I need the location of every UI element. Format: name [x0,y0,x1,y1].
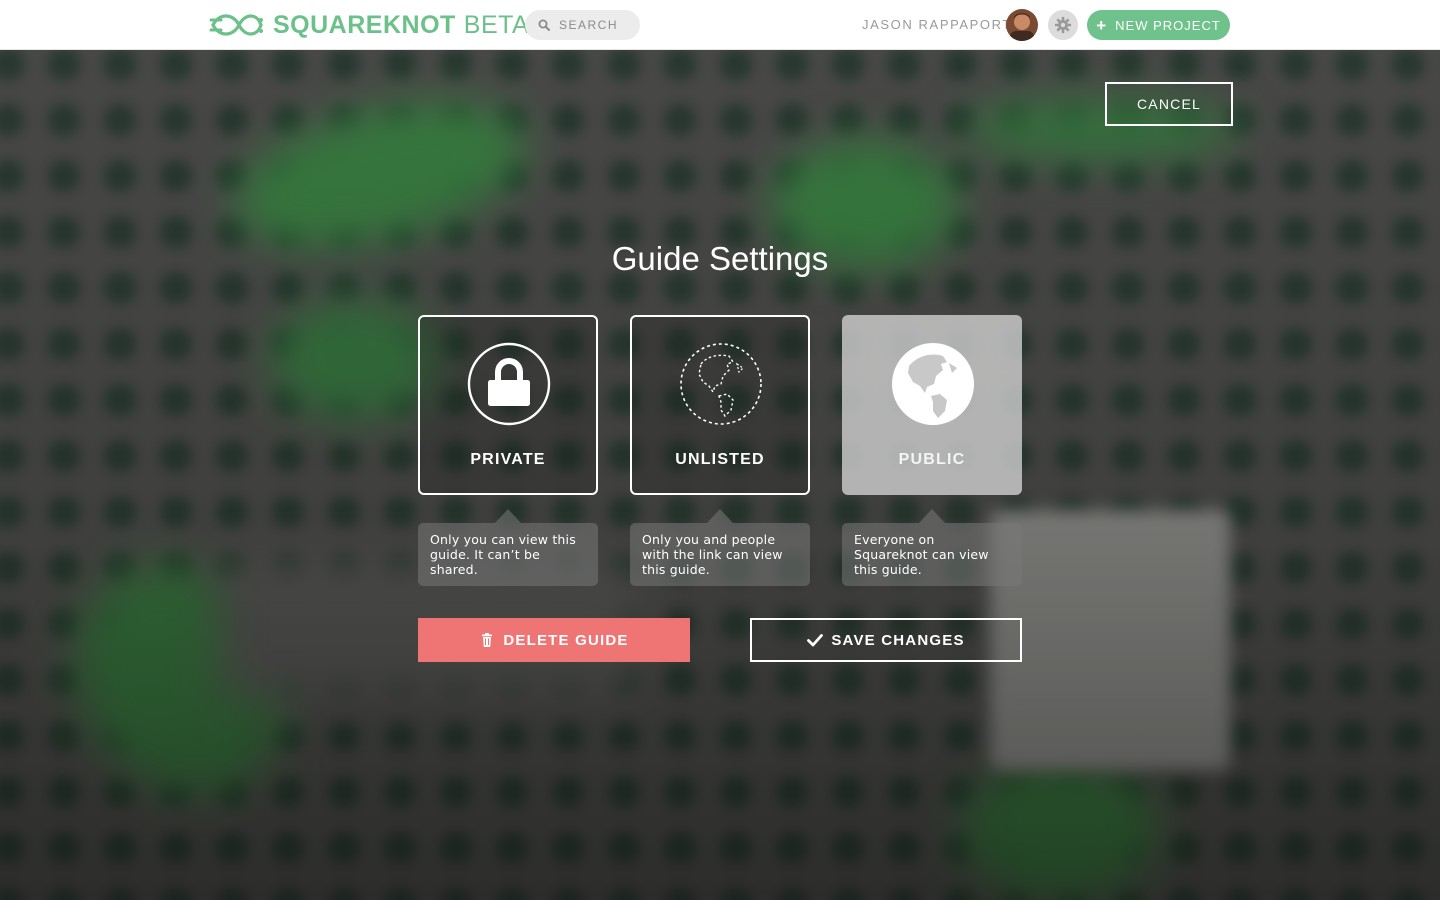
delete-guide-button[interactable]: DELETE GUIDE [418,618,690,662]
search-input[interactable] [559,18,639,32]
squareknot-logo[interactable]: SQUAREKNOT BETA [209,10,529,40]
beta-label: BETA [463,10,530,39]
gear-icon [1054,16,1072,34]
option-label: PUBLIC [898,451,966,468]
privacy-option-unlisted[interactable]: UNLISTED [630,315,810,495]
search-icon [538,19,550,31]
page-title: Guide Settings [611,240,829,277]
plus-icon: + [1096,15,1108,35]
search-box[interactable] [525,10,640,40]
brand-name: SQUAREKNOT [273,10,456,39]
privacy-option-public[interactable]: PUBLIC [842,315,1022,495]
trash-icon [482,633,493,647]
lock-icon [467,342,551,426]
save-changes-label: SAVE CHANGES [831,631,965,649]
delete-guide-label: DELETE GUIDE [503,631,629,649]
new-project-label: NEW PROJECT [1115,17,1221,33]
top-navigation-bar: SQUAREKNOTBETA JASON RAPPAPORT [0,0,1440,50]
dashed-globe-icon [680,343,762,425]
knot-logo-icon [209,14,263,36]
option-description-public: Everyone on Squareknot can view this gui… [842,509,1022,586]
save-changes-button[interactable]: SAVE CHANGES [750,618,1022,662]
globe-icon [892,343,974,425]
privacy-option-private[interactable]: PRIVATE [418,315,598,495]
avatar[interactable] [1006,9,1038,41]
option-label: UNLISTED [675,451,765,468]
cancel-button[interactable]: CANCEL [1105,82,1233,126]
logo-text: SQUAREKNOT BETA [273,11,529,40]
checkmark-icon [807,634,824,647]
option-label: PRIVATE [470,451,546,468]
avatar-image [1006,9,1038,41]
settings-button[interactable] [1048,10,1078,40]
new-project-button[interactable]: + NEW PROJECT [1087,10,1230,40]
username-link[interactable]: JASON RAPPAPORT [862,17,1012,32]
option-description-private: Only you can view this guide. It can’t b… [418,509,598,586]
option-description-unlisted: Only you and people with the link can vi… [630,509,810,586]
